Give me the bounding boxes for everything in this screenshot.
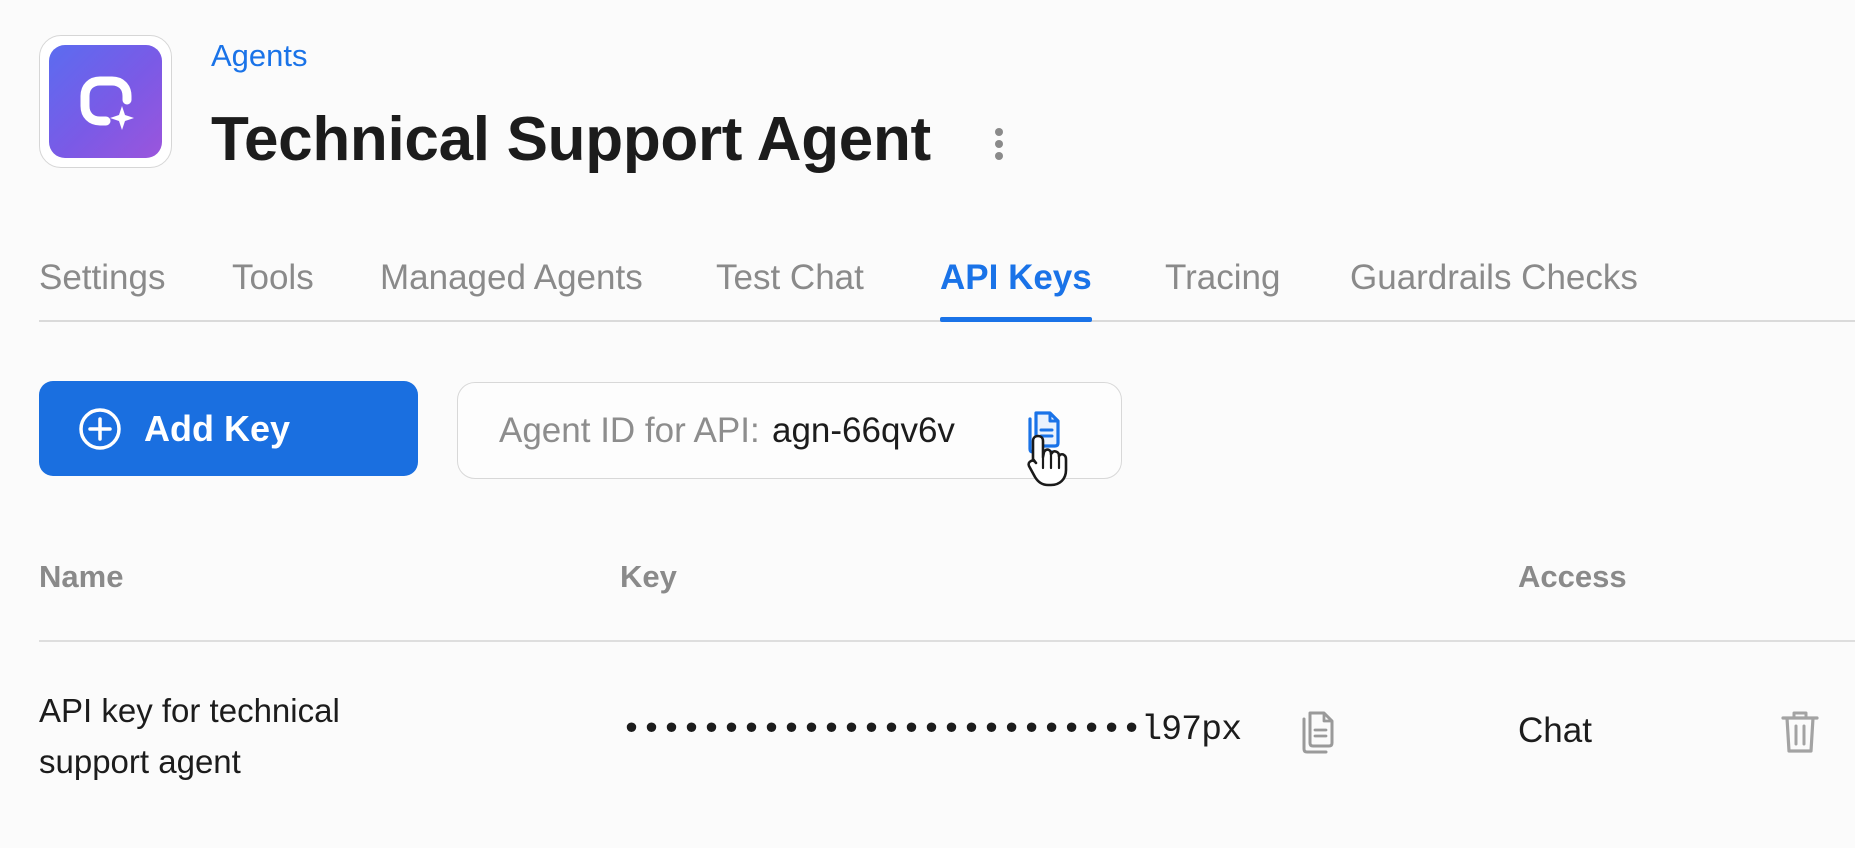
table-divider — [39, 640, 1855, 642]
masked-key-cell: ••••••••••••••••••••••••••l97px — [621, 710, 1242, 750]
tab-bar: Settings Tools Managed Agents Test Chat … — [39, 248, 1855, 322]
more-options-button[interactable] — [984, 124, 1014, 164]
agent-id-value: agn-66qv6v — [772, 411, 955, 450]
copy-icon — [1028, 411, 1060, 454]
agent-id-label: Agent ID for API: — [499, 411, 760, 450]
tab-settings[interactable]: Settings — [39, 248, 165, 320]
tab-guardrails-checks[interactable]: Guardrails Checks — [1350, 248, 1638, 320]
page-title: Technical Support Agent — [211, 105, 931, 174]
tab-api-keys[interactable]: API Keys — [940, 248, 1092, 322]
tab-tracing[interactable]: Tracing — [1165, 248, 1280, 320]
copy-agent-id-button[interactable] — [1021, 407, 1067, 457]
access-cell: Chat — [1518, 711, 1592, 750]
column-header-key[interactable]: Key — [620, 559, 677, 595]
copy-key-button[interactable] — [1298, 707, 1338, 757]
tab-test-chat[interactable]: Test Chat — [716, 248, 864, 320]
add-key-label: Add Key — [144, 407, 291, 449]
breadcrumb-agents-link[interactable]: Agents — [211, 38, 308, 74]
column-header-name[interactable]: Name — [39, 559, 123, 595]
trash-icon — [1781, 711, 1819, 753]
delete-key-button[interactable] — [1778, 707, 1822, 757]
add-key-button[interactable]: Add Key — [39, 381, 418, 476]
key-name-cell: API key for technical support agent — [39, 692, 340, 780]
tab-tools[interactable]: Tools — [232, 248, 314, 320]
plus-circle-icon — [78, 407, 122, 451]
vertical-dots-icon — [995, 128, 1003, 160]
copy-icon — [1302, 711, 1334, 754]
tab-managed-agents[interactable]: Managed Agents — [380, 248, 643, 320]
column-header-access[interactable]: Access — [1518, 559, 1627, 595]
agent-logo-icon — [49, 45, 162, 158]
agent-id-field: Agent ID for API: agn-66qv6v — [457, 382, 1122, 479]
agent-avatar — [39, 35, 172, 168]
